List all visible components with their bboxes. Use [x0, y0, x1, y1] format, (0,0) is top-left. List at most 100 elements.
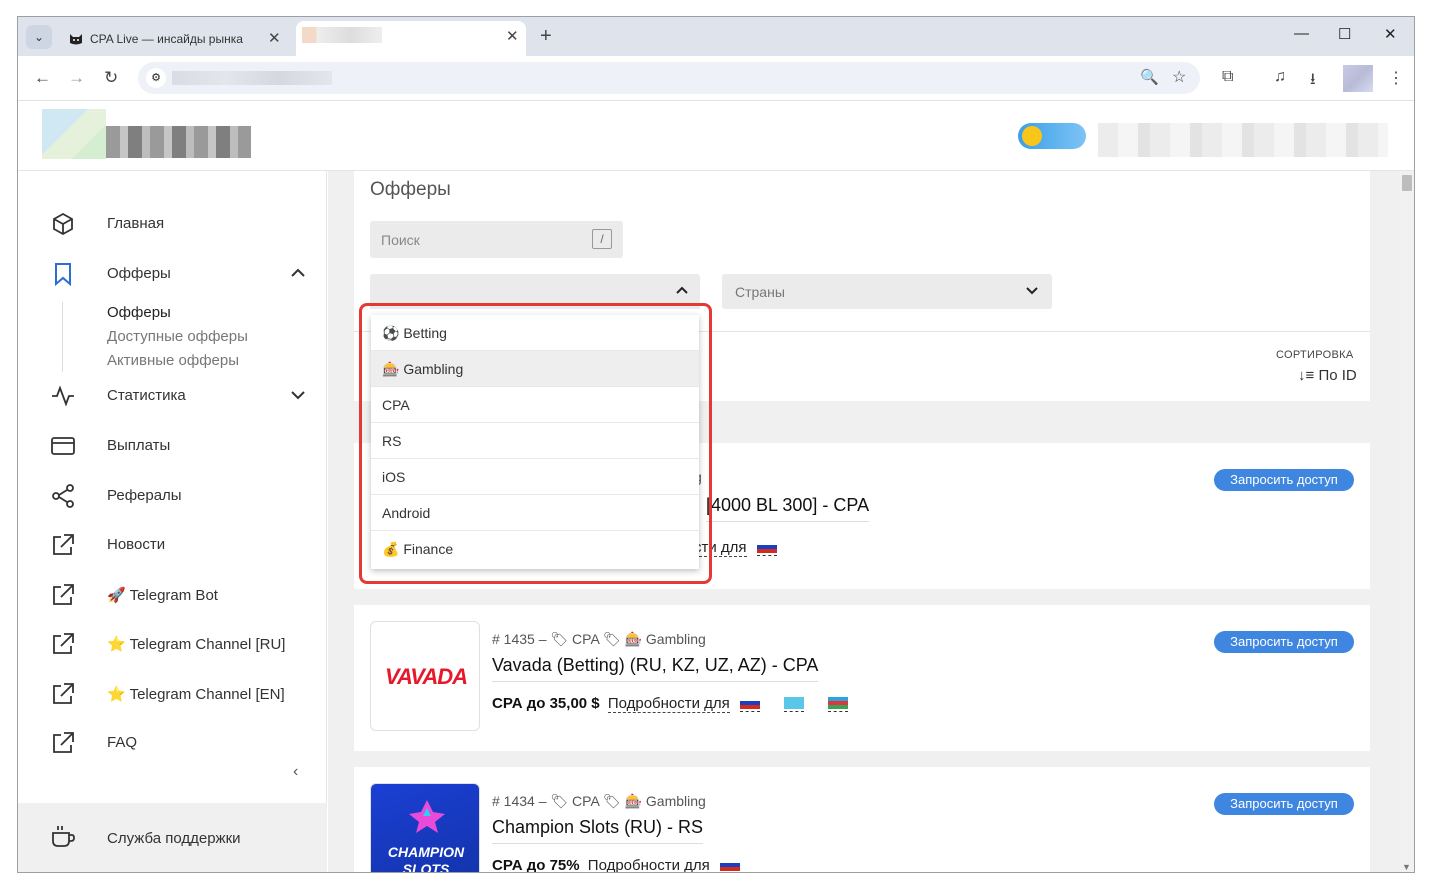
sidebar-item-label: FAQ	[107, 734, 138, 751]
close-tab-icon[interactable]: ✕	[268, 29, 281, 47]
champion-slots-logo: CHAMPION SLOTS	[370, 783, 480, 873]
category-dropdown: ⚽ Betting 🎰 Gambling CPA RS iOS Android …	[371, 315, 699, 569]
external-link-icon	[53, 633, 74, 654]
submenu-available-offers[interactable]: Доступные офферы	[107, 328, 248, 345]
activity-icon	[52, 385, 74, 407]
maximize-button[interactable]: ☐	[1338, 25, 1351, 43]
media-icon[interactable]: ♫	[1274, 68, 1286, 86]
option-label: iOS	[382, 469, 406, 485]
sidebar-item-telegram-bot[interactable]: 🚀 Telegram Bot	[18, 576, 327, 616]
price-type: CPA	[492, 695, 523, 712]
submenu-active-offers[interactable]: Активные офферы	[107, 352, 239, 369]
offer-card: VAVADA # 1435 – 🏷 CPA 🏷 🎰 Gambling Vavad…	[354, 605, 1370, 751]
cube-icon	[53, 212, 73, 236]
flag-kz-icon	[783, 696, 804, 712]
download-icon[interactable]: ⭳	[1310, 68, 1316, 95]
option-android[interactable]: Android	[371, 495, 699, 531]
flag-ru-icon	[756, 540, 777, 556]
blurred-tab-title	[302, 27, 382, 43]
close-tab-icon[interactable]: ✕	[506, 27, 519, 45]
sidebar-item-home[interactable]: Главная	[18, 205, 327, 245]
option-ios[interactable]: iOS	[371, 459, 699, 495]
new-tab-button[interactable]: +	[540, 25, 552, 48]
flag-ru-icon	[739, 696, 760, 712]
chevron-up-icon[interactable]	[288, 263, 308, 283]
sidebar-item-referrals[interactable]: Рефералы	[18, 477, 327, 517]
card-icon	[51, 437, 75, 455]
support-button[interactable]: Служба поддержки	[18, 803, 327, 872]
sidebar-item-label: Выплаты	[107, 437, 171, 454]
collapse-sidebar-button[interactable]: ‹	[293, 763, 298, 781]
offer-name[interactable]: Champion Slots (RU) - RS	[492, 817, 704, 844]
option-finance[interactable]: 💰 Finance	[371, 531, 699, 567]
reload-button[interactable]: ↻	[104, 68, 118, 88]
zoom-icon[interactable]: 🔍	[1140, 68, 1159, 86]
sort-value: По ID	[1318, 367, 1357, 384]
profile-avatar[interactable]	[1343, 65, 1373, 92]
extensions-icon[interactable]: ⧉	[1222, 68, 1233, 86]
close-window-button[interactable]: ✕	[1384, 25, 1397, 43]
option-betting[interactable]: ⚽ Betting	[371, 315, 699, 351]
request-access-button[interactable]: Запросить доступ	[1214, 469, 1354, 491]
scroll-down-arrow-icon[interactable]: ▼	[1402, 862, 1411, 872]
offer-name[interactable]: [4000 BL 300] - CPA	[706, 495, 870, 522]
vavada-logo: VAVADA	[370, 621, 480, 731]
minimize-button[interactable]: —	[1294, 25, 1309, 42]
sidebar-item-telegram-channel-ru[interactable]: ⭐ Telegram Channel [RU]	[18, 625, 327, 665]
external-link-icon	[53, 534, 74, 555]
price-value: до 35,00 $	[526, 695, 600, 712]
option-rs[interactable]: RS	[371, 423, 699, 459]
offer-card: CHAMPION SLOTS # 1434 – 🏷 CPA 🏷 🎰 Gambli…	[354, 767, 1370, 873]
cat-favicon-icon	[70, 34, 82, 45]
chevron-down-icon[interactable]	[288, 385, 308, 405]
tab-search-button[interactable]: ⌄	[26, 25, 52, 49]
search-input[interactable]: Поиск /	[370, 221, 623, 258]
site-logo[interactable]	[42, 109, 106, 159]
sidebar-item-payouts[interactable]: Выплаты	[18, 427, 327, 467]
sun-icon	[1022, 126, 1042, 146]
details-link[interactable]: Подробности для	[607, 695, 730, 713]
address-bar[interactable]: ⚙ 🔍 ☆	[138, 62, 1200, 94]
blurred-logo-text	[106, 126, 251, 158]
sidebar: Главная Офферы Офферы Доступные офферы А…	[18, 171, 327, 872]
theme-toggle[interactable]	[1018, 123, 1086, 149]
chevron-up-icon	[676, 286, 688, 294]
sidebar-item-faq[interactable]: FAQ	[18, 724, 327, 764]
option-cpa[interactable]: CPA	[371, 387, 699, 423]
sidebar-item-news[interactable]: Новости	[18, 526, 327, 566]
price-value: до 75%	[526, 857, 580, 873]
tab-cpa-live[interactable]: CPA Live — инсайды рынка ✕	[62, 23, 292, 56]
bookmark-star-icon[interactable]: ☆	[1172, 67, 1186, 87]
sidebar-item-telegram-channel-en[interactable]: ⭐ Telegram Channel [EN]	[18, 675, 327, 715]
countries-select[interactable]: Страны	[722, 274, 1052, 309]
sort-button[interactable]: ↓≡ По ID	[1298, 367, 1357, 384]
champion-logo-text: CHAMPION SLOTS	[387, 844, 465, 873]
offer-name[interactable]: Vavada (Betting) (RU, KZ, UZ, AZ) - CPA	[492, 655, 819, 682]
search-shortcut-icon: /	[592, 229, 612, 249]
sidebar-item-label: Статистика	[107, 387, 186, 404]
details-link[interactable]: Подробности для	[588, 857, 710, 872]
external-link-icon	[53, 732, 74, 753]
site-header	[18, 101, 1414, 171]
price-type: CPA	[492, 857, 523, 873]
offer-meta: # 1435 – 🏷 CPA 🏷 🎰 Gambling	[492, 631, 706, 647]
site-info-icon[interactable]: ⚙	[146, 68, 166, 88]
sidebar-item-offers[interactable]: Офферы	[18, 255, 327, 295]
request-access-button[interactable]: Запросить доступ	[1214, 631, 1354, 653]
sidebar-item-label: ⭐ Telegram Channel [EN]	[107, 686, 285, 703]
option-label: 🎰 Gambling	[382, 361, 464, 377]
option-gambling[interactable]: 🎰 Gambling	[371, 351, 699, 387]
request-access-button[interactable]: Запросить доступ	[1214, 793, 1354, 815]
scrollbar[interactable]	[1400, 171, 1414, 872]
sort-label: СОРТИРОВКА	[1276, 349, 1354, 361]
sidebar-item-statistics[interactable]: Статистика	[18, 377, 327, 417]
sort-icon: ↓≡	[1298, 367, 1315, 384]
sidebar-item-label: ⭐ Telegram Channel [RU]	[107, 636, 286, 653]
submenu-offers[interactable]: Офферы	[107, 304, 171, 321]
forward-button[interactable]: →	[68, 68, 85, 88]
back-button[interactable]: ←	[34, 68, 51, 88]
menu-icon[interactable]: ⋮	[1388, 68, 1404, 88]
tab-active[interactable]: ✕	[296, 21, 526, 57]
sidebar-item-label: 🚀 Telegram Bot	[107, 587, 218, 604]
scrollbar-thumb[interactable]	[1402, 175, 1412, 191]
